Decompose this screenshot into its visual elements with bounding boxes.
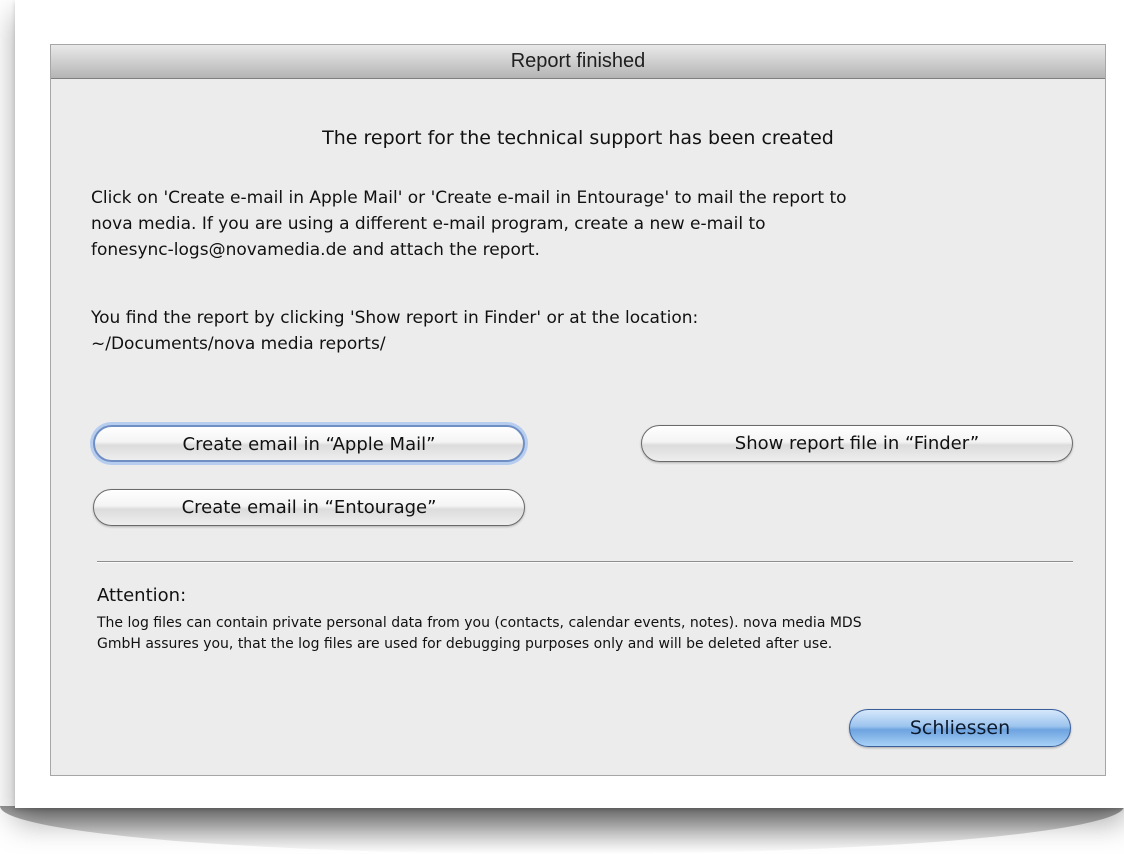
dialog-titlebar[interactable]: Report finished bbox=[51, 45, 1105, 79]
create-email-entourage-button[interactable]: Create email in “Entourage” bbox=[93, 489, 525, 526]
show-report-in-finder-button[interactable]: Show report file in “Finder” bbox=[641, 425, 1073, 462]
instructions-text: Click on 'Create e-mail in Apple Mail' o… bbox=[91, 188, 847, 260]
screenshot-stage: Report finished The report for the techn… bbox=[0, 0, 1124, 854]
drop-shadow bbox=[0, 806, 1124, 854]
dialog-title: Report finished bbox=[510, 50, 646, 72]
close-button[interactable]: Schliessen bbox=[849, 709, 1071, 747]
section-divider bbox=[97, 561, 1073, 563]
attention-title: Attention: bbox=[97, 585, 187, 606]
report-location-text: You find the report by clicking 'Show re… bbox=[91, 308, 699, 354]
attention-body: The log files can contain private person… bbox=[97, 615, 862, 652]
report-finished-dialog: Report finished The report for the techn… bbox=[50, 44, 1106, 776]
create-email-apple-mail-button[interactable]: Create email in “Apple Mail” bbox=[93, 425, 525, 462]
dialog-heading: The report for the technical support has… bbox=[322, 127, 834, 149]
